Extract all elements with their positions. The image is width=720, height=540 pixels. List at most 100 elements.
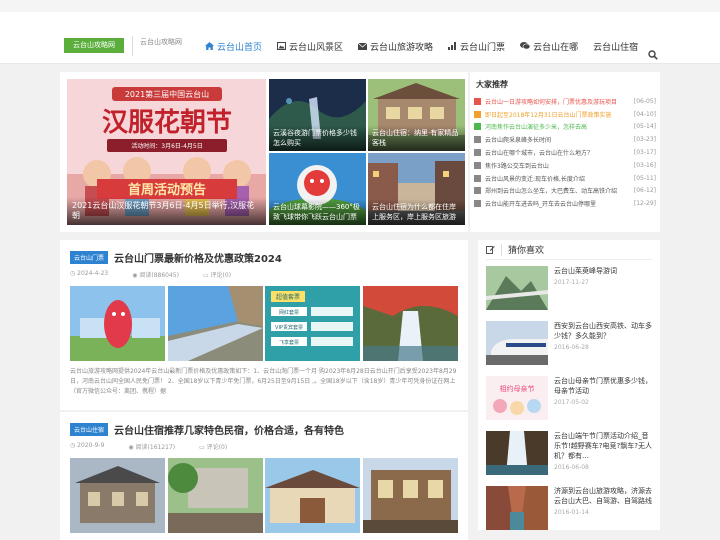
slide-dome-cinema[interactable]: 云台山球幕影院——360°极致飞球带你飞跃云台山门票 — [269, 153, 366, 225]
guess-title: 猜你喜欢 — [508, 246, 545, 256]
edit-icon — [486, 245, 495, 254]
rank-badge — [474, 149, 481, 157]
eye-icon-views: ◉ 阅读(886045) — [132, 272, 179, 279]
recommend-item-date: [05-11] — [633, 174, 656, 182]
item-title: 西安到云台山西安高铁、动车多少钱？多久能到？ — [554, 322, 652, 340]
recommend-item[interactable]: 云台山一日游攻略如何安排，门票优惠及游玩项目 [06-05] — [474, 95, 656, 108]
article-lodging: 云台山住宿 云台山住宿推荐几家特色民宿，价格合适，各有特色 ◷ 2020-9-9… — [60, 412, 468, 540]
recommend-item-date: [04-10] — [633, 110, 656, 118]
thumb-ticket-price-table[interactable]: 超值套票 网红套票 VIP贵宾套票 飞享套票 — [265, 286, 361, 361]
nav-item-guide[interactable]: 云台山旅游攻略 — [358, 40, 433, 53]
article-comments: 评论(0) — [206, 444, 228, 451]
comment-icon-count: ▭ 评论(0) — [202, 272, 232, 279]
header-divider — [501, 243, 502, 256]
item-date: 2016-06-28 — [554, 344, 589, 351]
slide-caption: 云台山住宿：纳里·有家精品客栈 — [368, 125, 465, 151]
thumb-guesthouse-3[interactable] — [265, 458, 361, 533]
image-icon — [277, 42, 287, 50]
thumb-mothers-day: 相约母亲节 — [486, 376, 548, 420]
nav-item-tickets[interactable]: 云台山门票 — [448, 40, 505, 53]
recommend-item-date: [03-17] — [633, 149, 656, 157]
slide-night-tour[interactable]: 云溪谷夜游门票价格多少钱怎么购买 — [269, 79, 366, 151]
article-meta: ◷ 2020-9-9 ◉ 阅读(161217) ▭ 评论(0) — [70, 442, 458, 452]
recommend-item-title: 郑州到云台山怎么坐车，大巴费车、动车高铁介绍 — [485, 188, 618, 196]
recommend-item[interactable]: 河南焦作云台山演征多少米，怎样去高 [05-14] — [474, 121, 656, 134]
item-title: 云台山母亲节门票优惠多少钱，母亲节活动 — [554, 377, 652, 395]
recommend-item-title: 焦作3路公交车到云台山 — [485, 162, 549, 170]
nav-label: 云台山首页 — [217, 42, 263, 53]
site-slogan: 云台山攻略网 — [132, 36, 182, 56]
item-date: 2016-06-08 — [554, 464, 589, 471]
thumb-guesthouse-1[interactable] — [70, 458, 165, 533]
article-header: 云台山门票 云台山门票最新价格及优惠政策2024 — [70, 248, 458, 266]
thumb-mascot[interactable] — [70, 286, 165, 361]
item-title: 云台山端午节门票活动介绍_音乐节!越野赛车?电竞?飘车?无人机？都有… — [554, 432, 652, 460]
recommend-item[interactable]: 即日起至2018年12月31日云台山门票政策实施 [04-10] — [474, 108, 656, 121]
nav-item-scenic[interactable]: 云台山风景区 — [277, 40, 343, 53]
slide-hanfu-festival[interactable]: 2021第三届中国云台山 汉服花朝节 活动时间：3月6日-4月5日 首周活动预告… — [67, 79, 266, 225]
thumb-waterfall[interactable] — [362, 286, 458, 361]
nav-label: 云台山风景区 — [289, 42, 344, 53]
home-icon — [205, 42, 214, 50]
thumb-skywalk[interactable] — [167, 286, 263, 361]
banner-sub: 首周活动预告 — [128, 182, 206, 198]
category-tag[interactable]: 云台山住宿 — [70, 422, 109, 436]
recommend-item-date: [03-16] — [633, 161, 656, 169]
envelope-icon — [358, 42, 368, 50]
comment-icon-count: ▭ 评论(0) — [199, 444, 228, 451]
list-item[interactable]: 云台山茱萸峰导游词 2017-11-27 — [486, 260, 652, 315]
item-date: 2017-11-27 — [554, 279, 589, 286]
recommend-item[interactable]: 云台山爬采泉峰多长时间 [03-23] — [474, 133, 656, 146]
recommend-item-title: 云台山一日游攻略如何安排，门票优惠及游玩项目 — [485, 98, 618, 106]
search-icon[interactable] — [648, 50, 658, 60]
rank-badge — [474, 174, 481, 182]
list-item[interactable]: 相约母亲节 云台山母亲节门票优惠多少钱，母亲节活动 2017-05-02 — [486, 370, 652, 425]
recommend-panel: 大家推荐 云台山一日游攻略如何安排，门票优惠及游玩项目 [06-05] 即日起至20… — [470, 72, 660, 232]
article-views: 阅读(161217) — [135, 444, 176, 451]
banner-main: 汉服花朝节 — [102, 107, 232, 138]
slide-caption: 2021云台山汉服花朝节3月6日-4月5日举行,汉服花朝 — [67, 197, 266, 225]
article-tickets: 云台山门票 云台山门票最新价格及优惠政策2024 ◷ 2024-4-23 ◉ 阅… — [60, 240, 468, 410]
recommend-item[interactable]: 云台山在哪个城市，云台山在什么地方？ [03-17] — [474, 146, 656, 159]
site-logo[interactable]: 云台山攻略网 — [64, 38, 124, 53]
article-title[interactable]: 云台山门票最新价格及优惠政策2024 — [114, 250, 282, 265]
nav-label: 云台山门票 — [460, 42, 506, 53]
bar-chart-icon — [448, 42, 457, 50]
list-item[interactable]: 西安到云台山西安高铁、动车多少钱？多久能到？ 2016-06-28 — [486, 315, 652, 370]
nav-label: 云台山住宿 — [593, 42, 639, 53]
rank-badge — [474, 200, 481, 208]
article-meta: ◷ 2024-4-23 ◉ 阅读(886045) ▭ 评论(0) — [70, 270, 458, 280]
thumb-canyon — [486, 486, 548, 530]
top-strip — [0, 0, 720, 12]
thumb-train — [486, 321, 548, 365]
category-tag[interactable]: 云台山门票 — [70, 250, 109, 264]
recommend-item[interactable]: 郑州到云台山怎么坐车，大巴费车、动车高铁介绍 [06-12] — [474, 185, 656, 198]
recommend-title: 大家推荐 — [476, 80, 508, 89]
article-title[interactable]: 云台山住宿推荐几家特色民宿，价格合适，各有特色 — [114, 422, 344, 437]
rank-badge — [474, 136, 481, 144]
recommend-item-title: 云台山爬采泉峰多长时间 — [485, 137, 552, 145]
featured-slider: 2021第三届中国云台山 汉服花朝节 活动时间：3月6日-4月5日 首周活动预告… — [60, 72, 468, 232]
list-item[interactable]: 济源到云台山旅游攻略，济源去云台山大巴、自驾游、自驾路线 2016-01-14 — [486, 480, 652, 535]
nav-item-lodging[interactable]: 云台山住宿 — [593, 40, 638, 53]
clock-icon-date: ◷ 2020-9-9 — [70, 442, 105, 449]
item-title: 云台山茱萸峰导游词 — [554, 267, 617, 275]
thumb-guesthouse-2[interactable] — [167, 458, 263, 533]
nav-item-location[interactable]: 云台山在哪 — [520, 40, 578, 53]
slide-service-area[interactable]: 云台山住宿为什么都在住岸上服务区，岸上服务区旅游 — [368, 153, 465, 225]
slide-caption: 云溪谷夜游门票价格多少钱怎么购买 — [269, 125, 366, 151]
site-header: 云台山攻略网 云台山攻略网 云台山首页 云台山风景区 云台山旅游攻略 云台山门票 — [0, 12, 720, 64]
item-date: 2016-01-14 — [554, 509, 589, 516]
nav-item-home[interactable]: 云台山首页 — [205, 40, 262, 53]
slide-inn[interactable]: 云台山住宿：纳里·有家精品客栈 — [368, 79, 465, 151]
recommend-item[interactable]: 云台山风景的变迁:现车价格,长度介绍 [05-11] — [474, 172, 656, 185]
recommend-item[interactable]: 焦作3路公交车到云台山 [03-16] — [474, 159, 656, 172]
item-date: 2017-05-02 — [554, 399, 589, 406]
rank-badge — [474, 123, 481, 131]
rank-badge — [474, 187, 481, 195]
thumb-waterfall-festival — [486, 431, 548, 475]
price-table-row: VIP贵宾套票 — [275, 324, 303, 331]
recommend-item[interactable]: 云台山能开车进去吗_开车去云台山停哪里 [12-29] — [474, 197, 656, 210]
list-item[interactable]: 云台山端午节门票活动介绍_音乐节!越野赛车?电竞?飘车?无人机？都有… 2016-… — [486, 425, 652, 480]
thumb-guesthouse-4[interactable] — [362, 458, 458, 533]
